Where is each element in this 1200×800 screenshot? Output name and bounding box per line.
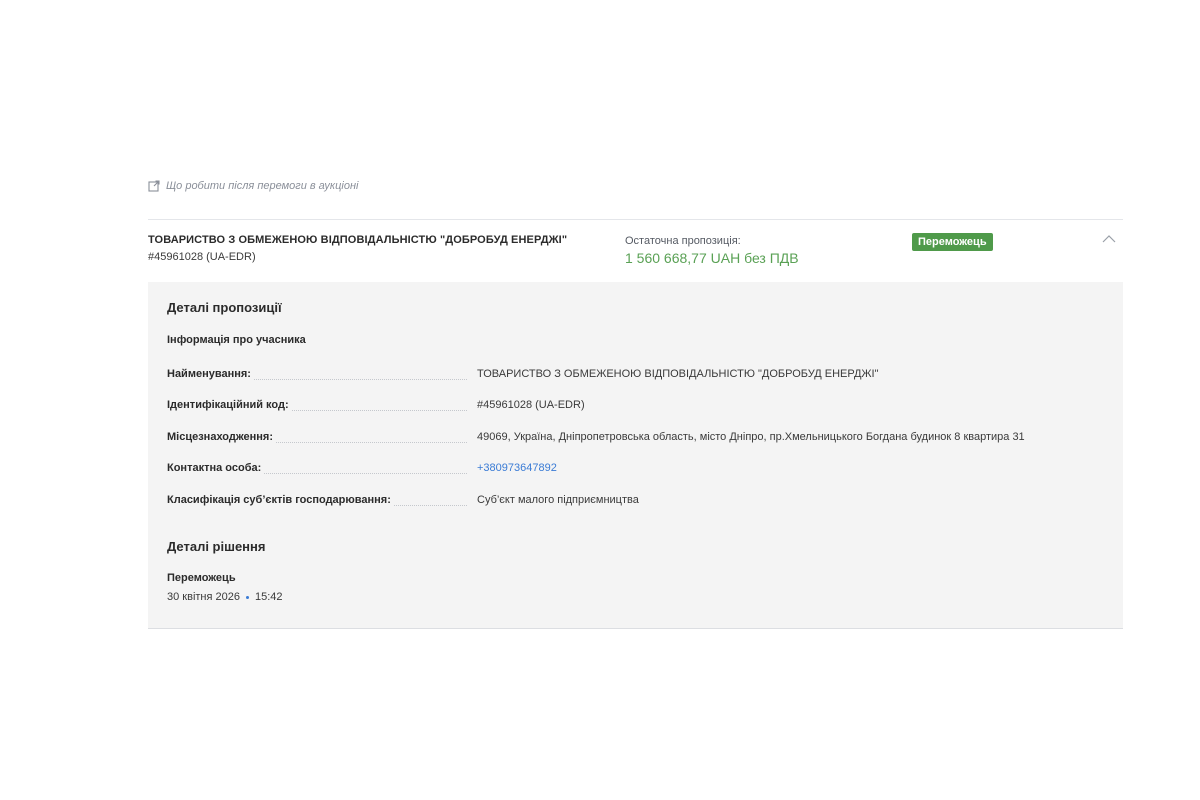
decision-datetime: 30 квітня 2026 15:42 — [167, 591, 283, 603]
info-label: Класифікація суб’єктів господарювання: — [167, 494, 393, 506]
chevron-up-icon[interactable] — [1101, 232, 1117, 246]
bid-card: ТОВАРИСТВО З ОБМЕЖЕНОЮ ВІДПОВІДАЛЬНІСТЮ … — [148, 219, 1123, 629]
page: Що робити після перемоги в аукціоні ТОВА… — [0, 0, 1200, 800]
info-value: 49069, Україна, Дніпропетровська область… — [477, 431, 1025, 443]
info-value: ТОВАРИСТВО З ОБМЕЖЕНОЮ ВІДПОВІДАЛЬНІСТЮ … — [477, 368, 879, 380]
info-row-location: Місцезнаходження: 49069, Україна, Дніпро… — [167, 431, 1107, 447]
info-label: Контактна особа: — [167, 462, 264, 474]
info-label: Найменування: — [167, 368, 253, 380]
separator-dot — [246, 595, 249, 599]
decision-time: 15:42 — [255, 591, 283, 603]
offer-value: 1 560 668,77 UAH без ПДВ — [625, 250, 799, 266]
info-row-classification: Класифікація суб’єктів господарювання: С… — [167, 494, 1107, 510]
supplier-name: ТОВАРИСТВО З ОБМЕЖЕНОЮ ВІДПОВІДАЛЬНІСТЮ … — [148, 234, 568, 246]
decision-date: 30 квітня 2026 — [167, 591, 240, 603]
bid-header[interactable]: ТОВАРИСТВО З ОБМЕЖЕНОЮ ВІДПОВІДАЛЬНІСТЮ … — [148, 219, 1123, 282]
bid-details-panel: Деталі пропозиції Інформація про учасник… — [148, 282, 1123, 629]
info-value: #45961028 (UA-EDR) — [477, 399, 585, 411]
supplier-code: #45961028 (UA-EDR) — [148, 251, 256, 263]
details-title: Деталі пропозиції — [167, 300, 282, 315]
info-row-name: Найменування: ТОВАРИСТВО З ОБМЕЖЕНОЮ ВІД… — [167, 368, 1107, 384]
decision-title: Деталі рішення — [167, 539, 266, 554]
info-label: Місцезнаходження: — [167, 431, 275, 443]
contact-phone-link[interactable]: +380973647892 — [477, 462, 557, 474]
info-label: Ідентифікаційний код: — [167, 399, 291, 411]
info-row-contact: Контактна особа: +380973647892 — [167, 462, 1107, 478]
offer-label: Остаточна пропозиція: — [625, 235, 741, 247]
info-value: Суб’єкт малого підприємництва — [477, 494, 639, 506]
after-win-link-label: Що робити після перемоги в аукціоні — [166, 180, 359, 192]
participant-subtitle: Інформація про учасника — [167, 334, 306, 346]
external-link-icon — [148, 180, 160, 192]
decision-status: Переможець — [167, 572, 236, 584]
after-win-link[interactable]: Що робити після перемоги в аукціоні — [148, 180, 358, 192]
status-badge: Переможець — [912, 233, 993, 251]
info-row-id-code: Ідентифікаційний код: #45961028 (UA-EDR) — [167, 399, 1107, 415]
